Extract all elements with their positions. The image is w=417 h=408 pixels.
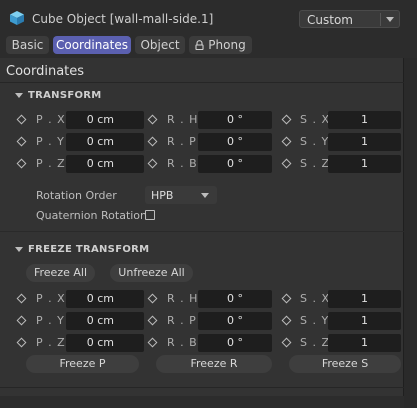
quaternion-rotation-checkbox[interactable] bbox=[145, 210, 155, 220]
tab-basic[interactable]: Basic bbox=[6, 36, 49, 54]
freeze-p-button[interactable]: Freeze P bbox=[26, 355, 139, 373]
freeze-scale-y-field[interactable]: 1 bbox=[328, 312, 401, 330]
scale-y-field[interactable]: 1 bbox=[328, 133, 401, 151]
param-label: S . Z bbox=[300, 336, 331, 349]
param-label: R . H bbox=[167, 292, 199, 305]
window-title: Cube Object [wall-mall-side.1] bbox=[32, 12, 214, 26]
freeze-scale-x-field[interactable]: 1 bbox=[328, 290, 401, 308]
tab-object-label: Object bbox=[140, 38, 180, 52]
freeze-r-button[interactable]: Freeze R bbox=[156, 355, 272, 373]
param-label: R . B bbox=[167, 336, 198, 349]
tab-coordinates[interactable]: Coordinates bbox=[53, 36, 131, 54]
freeze-group-title: FREEZE TRANSFORM bbox=[28, 244, 150, 255]
preset-dropdown[interactable]: Custom bbox=[299, 10, 400, 28]
rotation-b-field[interactable]: 0 ° bbox=[198, 155, 272, 173]
rotation-p-field[interactable]: 0 ° bbox=[198, 133, 272, 151]
section-divider bbox=[0, 82, 404, 83]
freeze-rotation-p-field[interactable]: 0 ° bbox=[198, 312, 272, 330]
cube-icon bbox=[10, 11, 24, 25]
rotation-order-label: Rotation Order bbox=[36, 189, 117, 202]
rotation-h-field[interactable]: 0 ° bbox=[198, 111, 272, 129]
rotation-order-dropdown[interactable]: HPB bbox=[145, 186, 217, 204]
tab-phong[interactable]: Phong bbox=[189, 36, 252, 54]
freeze-position-y-field[interactable]: 0 cm bbox=[66, 312, 144, 330]
transform-group-title: TRANSFORM bbox=[28, 90, 102, 101]
collapse-arrow-icon[interactable] bbox=[15, 247, 23, 252]
param-label: S . Y bbox=[300, 135, 330, 148]
position-y-field[interactable]: 0 cm bbox=[66, 133, 144, 151]
param-label: R . B bbox=[167, 157, 198, 170]
param-label: P . Z bbox=[36, 336, 66, 349]
freeze-rotation-b-field[interactable]: 0 ° bbox=[198, 334, 272, 352]
collapse-arrow-icon[interactable] bbox=[15, 93, 23, 98]
param-label: R . P bbox=[167, 314, 197, 327]
param-label: R . P bbox=[167, 135, 197, 148]
preset-separator bbox=[380, 13, 381, 26]
scrollbar[interactable] bbox=[404, 58, 417, 408]
quaternion-rotation-label: Quaternion Rotation bbox=[36, 209, 148, 222]
param-label: P . Z bbox=[36, 157, 66, 170]
tab-basic-label: Basic bbox=[11, 38, 44, 52]
param-label: P . Y bbox=[36, 135, 65, 148]
chevron-down-icon bbox=[386, 17, 394, 22]
freeze-scale-z-field[interactable]: 1 bbox=[328, 334, 401, 352]
position-x-field[interactable]: 0 cm bbox=[66, 111, 144, 129]
param-label: S . X bbox=[300, 292, 331, 305]
chevron-down-icon bbox=[201, 193, 209, 198]
tab-object[interactable]: Object bbox=[135, 36, 185, 54]
param-label: S . X bbox=[300, 113, 331, 126]
tab-phong-label: Phong bbox=[208, 38, 246, 52]
section-title: Coordinates bbox=[6, 64, 85, 79]
preset-label: Custom bbox=[307, 13, 353, 27]
rotation-order-value: HPB bbox=[151, 189, 174, 202]
freeze-s-button[interactable]: Freeze S bbox=[289, 355, 401, 373]
lock-icon bbox=[195, 37, 204, 55]
position-z-field[interactable]: 0 cm bbox=[66, 155, 144, 173]
freeze-position-x-field[interactable]: 0 cm bbox=[66, 290, 144, 308]
group-divider bbox=[0, 231, 404, 232]
freeze-all-button[interactable]: Freeze All bbox=[26, 264, 95, 282]
param-label: S . Z bbox=[300, 157, 331, 170]
scale-z-field[interactable]: 1 bbox=[328, 155, 401, 173]
freeze-position-z-field[interactable]: 0 cm bbox=[66, 334, 144, 352]
bottom-divider bbox=[0, 387, 404, 388]
param-label: S . Y bbox=[300, 314, 330, 327]
unfreeze-all-button[interactable]: Unfreeze All bbox=[110, 264, 193, 282]
scale-x-field[interactable]: 1 bbox=[328, 111, 401, 129]
param-label: P . Y bbox=[36, 314, 65, 327]
param-label: R . H bbox=[167, 113, 199, 126]
freeze-rotation-h-field[interactable]: 0 ° bbox=[198, 290, 272, 308]
param-label: P . X bbox=[36, 292, 66, 305]
param-label: P . X bbox=[36, 113, 66, 126]
tab-coordinates-label: Coordinates bbox=[55, 38, 129, 52]
